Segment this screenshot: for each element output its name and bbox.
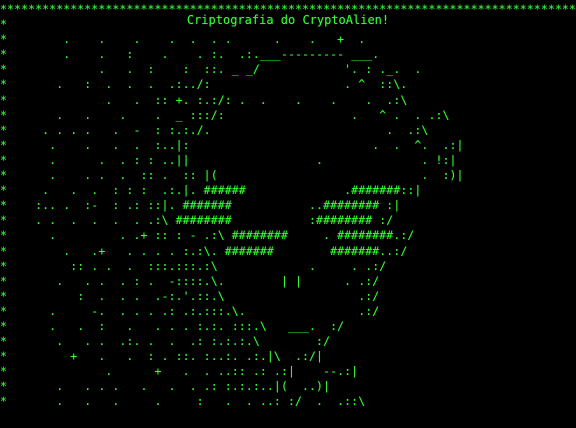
ascii-art: ****************************************… <box>0 2 576 409</box>
page-title: Criptografia do CryptoAlien! <box>186 13 390 27</box>
terminal-screen: ****************************************… <box>0 0 576 428</box>
